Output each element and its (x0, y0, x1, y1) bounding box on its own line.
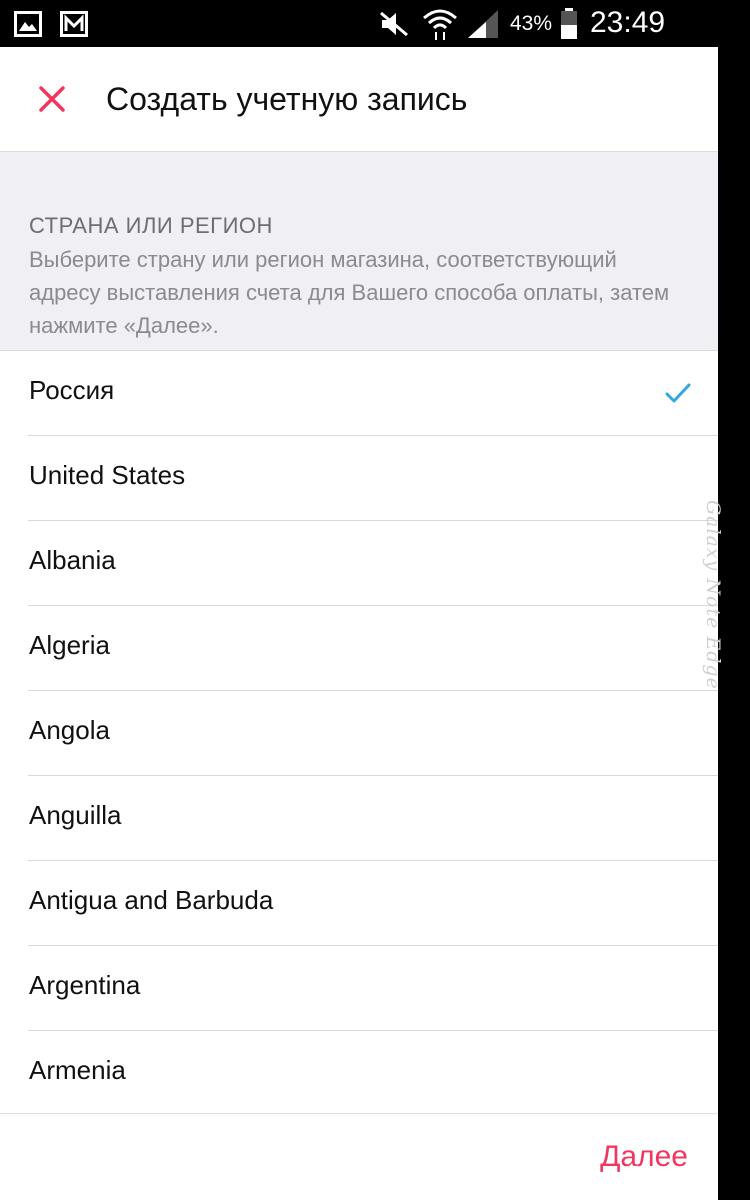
section-title: СТРАНА ИЛИ РЕГИОН (29, 213, 273, 238)
country-name: Algeria (29, 630, 110, 660)
section-description: Выберите страну или регион магазина, соо… (29, 247, 670, 338)
country-item-angola[interactable]: Angola (28, 691, 718, 776)
battery-icon (560, 8, 578, 45)
signal-icon (466, 8, 500, 45)
country-name: Россия (29, 375, 115, 405)
country-item-antigua-and-barbuda[interactable]: Antigua and Barbuda (28, 861, 718, 946)
close-icon (26, 86, 78, 129)
mail-icon (60, 11, 88, 42)
check-icon (664, 381, 692, 405)
country-name: Albania (29, 545, 116, 575)
country-item-united-states[interactable]: United States (28, 436, 718, 521)
clock: 23:49 (590, 6, 666, 39)
country-name: Antigua and Barbuda (29, 885, 274, 915)
country-item-armenia[interactable]: Armenia (28, 1031, 718, 1116)
country-item-argentina[interactable]: Argentina (28, 946, 718, 1031)
country-item-algeria[interactable]: Algeria (28, 606, 718, 691)
mute-icon (378, 10, 410, 43)
country-name: United States (29, 460, 186, 490)
country-item-albania[interactable]: Albania (28, 521, 718, 606)
country-name: Anguilla (29, 800, 122, 830)
country-item-russia[interactable]: Россия (28, 351, 718, 436)
device-edge-label: Galaxy Note Edge (702, 500, 724, 690)
battery-percent: 43% (510, 12, 553, 35)
country-name: Armenia (29, 1055, 126, 1085)
section-header: СТРАНА ИЛИ РЕГИОН Выберите страну или ре… (0, 152, 718, 351)
close-button[interactable] (26, 73, 78, 125)
next-button[interactable]: Далее (600, 1140, 688, 1174)
country-item-anguilla[interactable]: Anguilla (28, 776, 718, 861)
footer-bar: Далее (0, 1113, 718, 1200)
country-list: Россия United States Albania Algeria Ang… (0, 351, 718, 1116)
app-screen: Создать учетную запись СТРАНА ИЛИ РЕГИОН… (0, 47, 718, 1200)
wifi-icon (422, 6, 458, 47)
page-title: Создать учетную запись (106, 81, 468, 117)
gallery-icon (14, 11, 42, 42)
country-name: Argentina (29, 970, 141, 1000)
country-name: Angola (29, 715, 110, 745)
header: Создать учетную запись (0, 47, 718, 152)
status-bar: 43% 23:49 (0, 0, 750, 47)
